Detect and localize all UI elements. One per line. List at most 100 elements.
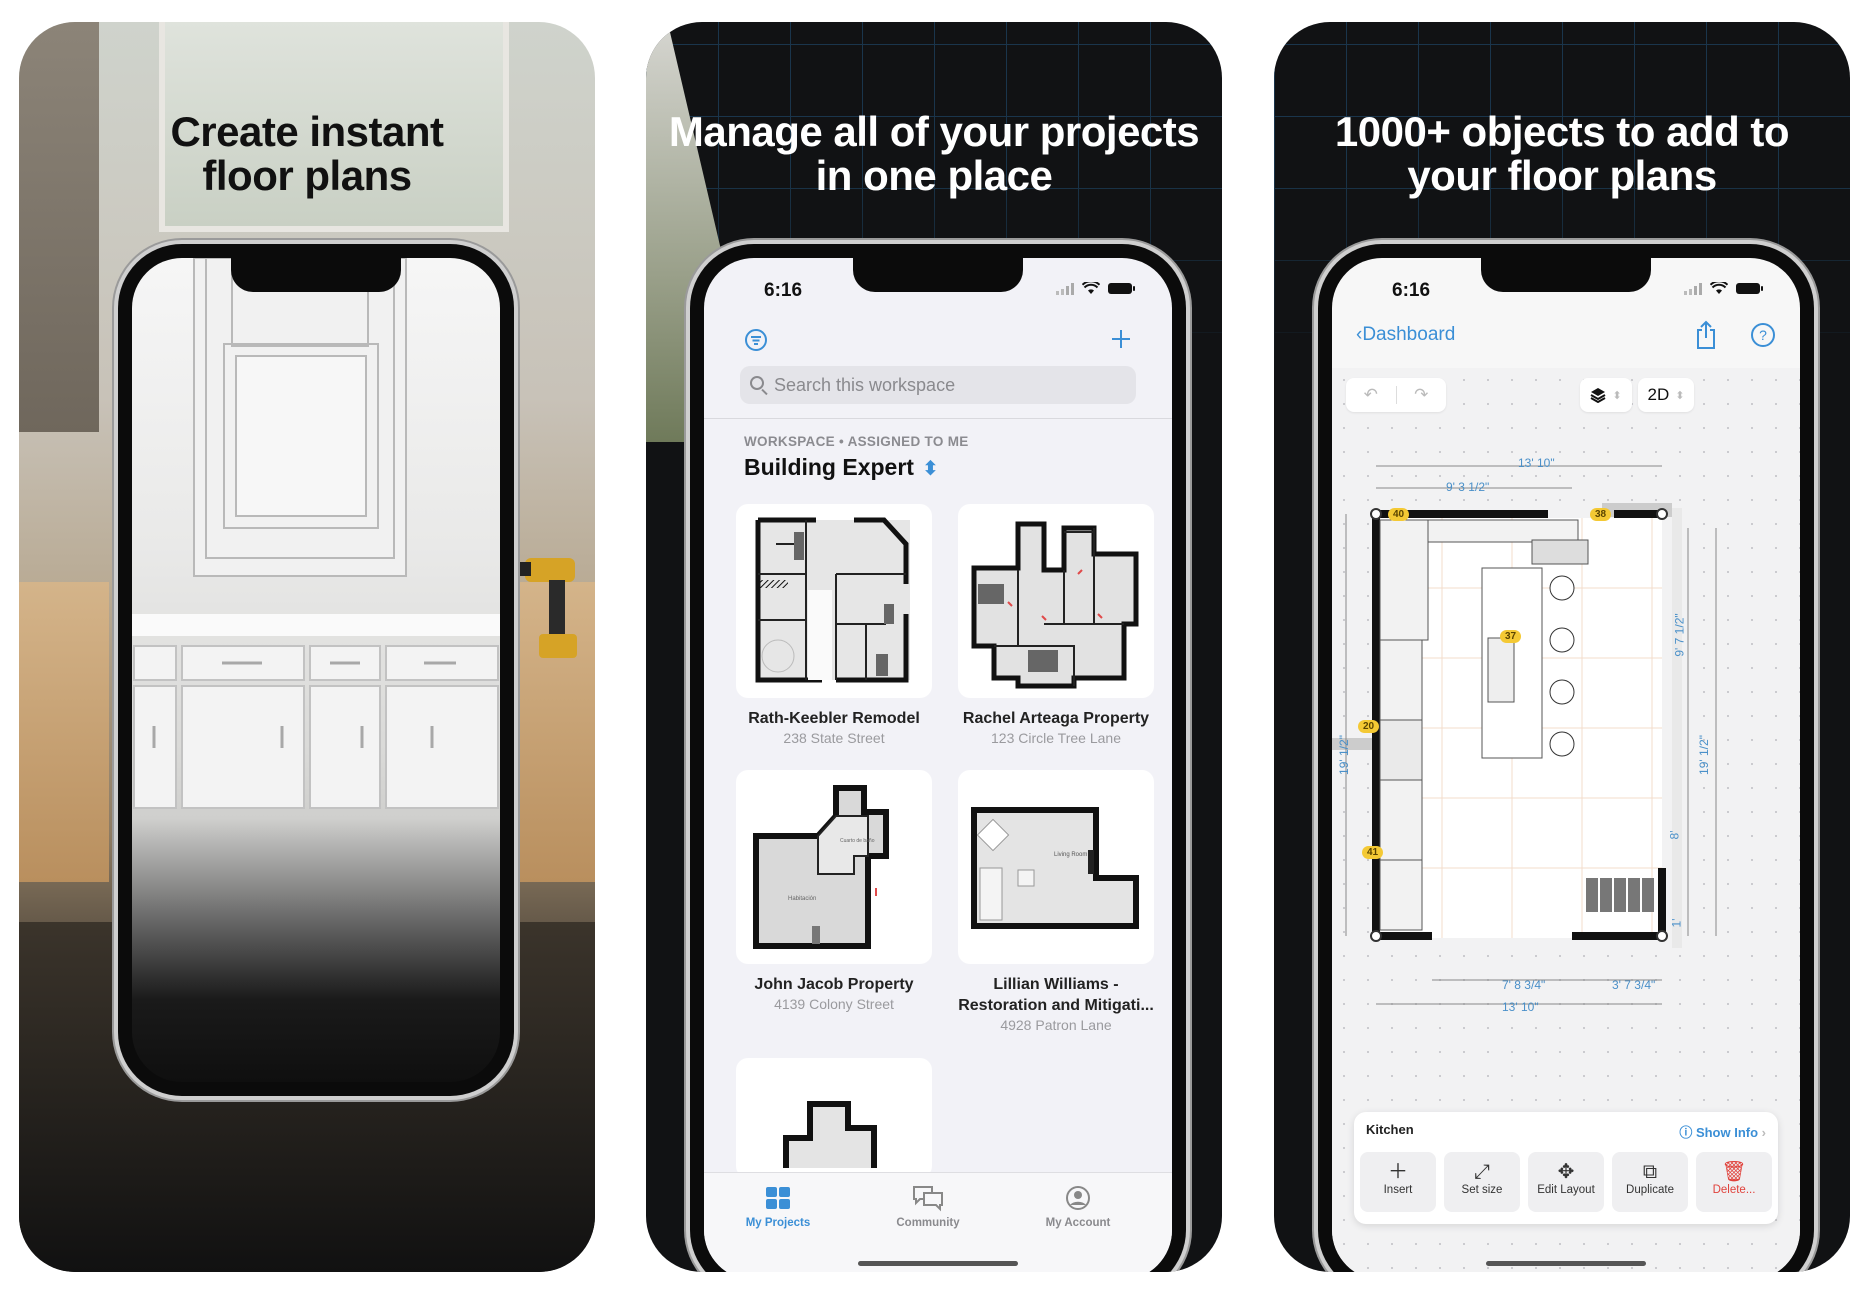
object-marker[interactable]: 20 xyxy=(1358,720,1380,733)
chevron-updown-icon: ⬍ xyxy=(1675,389,1685,402)
panel-manage-projects: Manage all of your projects in one place… xyxy=(646,22,1222,1272)
undo-icon[interactable]: ↶ xyxy=(1346,385,1396,405)
plus-icon[interactable] xyxy=(1110,328,1132,350)
dimension-label[interactable]: 7' 8 3/4" xyxy=(1502,978,1545,992)
help-icon[interactable]: ? xyxy=(1750,322,1776,348)
dimension-label[interactable]: 1' xyxy=(1669,919,1683,928)
svg-text:?: ? xyxy=(1759,327,1767,343)
ar-scan-view xyxy=(132,258,500,1082)
object-marker[interactable]: 38 xyxy=(1590,508,1612,521)
object-marker[interactable]: 37 xyxy=(1500,630,1522,643)
chat-bubbles-icon xyxy=(913,1186,943,1212)
tab-my-projects[interactable]: My Projects xyxy=(718,1183,838,1229)
status-time: 6:16 xyxy=(764,280,803,301)
show-info-button[interactable]: ⓘ Show Info › xyxy=(1679,1122,1766,1141)
notch xyxy=(1481,258,1651,292)
layers-icon xyxy=(1590,388,1606,403)
phone-mockup: 6:16 Search this workspace WORKSPACE • A… xyxy=(690,244,1186,1272)
dimension-label[interactable]: 9' 3 1/2" xyxy=(1446,480,1489,494)
home-indicator xyxy=(1486,1261,1646,1266)
project-card[interactable] xyxy=(736,1058,932,1178)
notch xyxy=(231,258,401,292)
wifi-icon xyxy=(1710,282,1728,294)
dimension-label[interactable]: 8' xyxy=(1667,831,1681,840)
background-counter-left xyxy=(19,582,109,882)
delete-button[interactable]: 🗑 Delete... xyxy=(1696,1152,1772,1212)
tab-community[interactable]: Community xyxy=(868,1183,988,1229)
search-icon xyxy=(750,376,764,390)
project-address: 238 State Street xyxy=(783,730,885,746)
resize-icon: ⤢ xyxy=(1474,1161,1490,1183)
undo-redo-group: ↶ ↷ xyxy=(1346,378,1446,412)
signal-icon xyxy=(1056,282,1074,295)
view-mode-select[interactable]: 2D ⬍ xyxy=(1638,378,1694,412)
project-card[interactable]: Habitación Cuarto de baño John Jacob Pro… xyxy=(736,770,932,1013)
floor-plan-thumbnail xyxy=(736,1058,932,1178)
workspace-title: Building Expert xyxy=(744,454,914,480)
redo-icon[interactable]: ↷ xyxy=(1396,385,1446,405)
workspace-label: WORKSPACE • ASSIGNED TO ME xyxy=(744,434,969,449)
room-action-sheet: Kitchen ⓘ Show Info › ＋ Insert ⤢ Set size … xyxy=(1354,1112,1778,1224)
project-address: 4139 Colony Street xyxy=(774,996,894,1012)
chevron-right-icon: › xyxy=(1758,1125,1766,1140)
dimension-label[interactable]: 13' 10" xyxy=(1502,1000,1539,1014)
share-icon[interactable] xyxy=(1694,320,1718,350)
dimension-label[interactable]: 19' 1/2" xyxy=(1697,735,1711,775)
svg-text:Cuarto de baño: Cuarto de baño xyxy=(840,838,875,844)
phone-mockup xyxy=(118,244,514,1096)
floor-plan-editor: 6:16 ‹Dashboard ? ↶ ↷ ⬍ 2D ⬍ 13' 10" 9' … xyxy=(1332,258,1800,1272)
phone-mockup: 6:16 ‹Dashboard ? ↶ ↷ ⬍ 2D ⬍ 13' 10" 9' … xyxy=(1318,244,1814,1272)
workspace-switcher[interactable]: Building Expert ⬍ xyxy=(744,454,939,481)
dimension-label[interactable]: 9' 7 1/2" xyxy=(1673,613,1687,656)
tab-my-account[interactable]: My Account xyxy=(1018,1183,1138,1229)
set-size-button[interactable]: ⤢ Set size xyxy=(1444,1152,1520,1212)
project-card[interactable]: Rachel Arteaga Property 123 Circle Tree … xyxy=(958,504,1154,747)
back-button[interactable]: ‹Dashboard xyxy=(1356,324,1455,346)
plus-icon: ＋ xyxy=(1388,1161,1408,1183)
project-title: Lillian Williams - Restoration and Mitig… xyxy=(958,976,1154,1014)
filter-icon[interactable] xyxy=(744,328,768,352)
dimension-label[interactable]: 13' 10" xyxy=(1518,456,1555,470)
floor-plan-thumbnail xyxy=(736,504,932,698)
project-card[interactable]: Living Room Lillian Williams - Restorati… xyxy=(958,770,1154,1034)
signal-icon xyxy=(1684,282,1702,295)
project-card[interactable]: Rath-Keebler Remodel 238 State Street xyxy=(736,504,932,747)
project-address: 4928 Patron Lane xyxy=(1000,1017,1112,1033)
duplicate-button[interactable]: ⧉ Duplicate xyxy=(1612,1152,1688,1212)
headline: Create instant floor plans xyxy=(170,108,444,199)
background-cabinet xyxy=(19,22,99,432)
drill-icon xyxy=(519,558,577,658)
home-indicator xyxy=(858,1261,1018,1266)
floor-plan-thumbnail: Living Room xyxy=(958,770,1154,964)
battery-icon xyxy=(1736,283,1763,294)
project-address: 123 Circle Tree Lane xyxy=(991,730,1121,746)
dimension-label[interactable]: 3' 7 3/4" xyxy=(1612,978,1655,992)
wifi-icon xyxy=(1082,282,1100,294)
dimension-label[interactable]: 19' 1/2" xyxy=(1337,735,1351,775)
floor-plan-thumbnail: Habitación Cuarto de baño xyxy=(736,770,932,964)
object-marker[interactable]: 41 xyxy=(1362,846,1384,859)
duplicate-icon: ⧉ xyxy=(1642,1161,1658,1183)
floor-plan-canvas[interactable]: ↶ ↷ ⬍ 2D ⬍ 13' 10" 9' 3 1/2" 7' 8 3/4" 3… xyxy=(1332,368,1800,1272)
project-title: Rachel Arteaga Property xyxy=(962,710,1150,727)
project-title: John Jacob Property xyxy=(754,976,914,993)
panel-create-floor-plans: Create instant floor plans xyxy=(19,22,595,1272)
status-time: 6:16 xyxy=(1392,280,1431,301)
layers-button[interactable]: ⬍ xyxy=(1580,378,1632,412)
move-icon: ✥ xyxy=(1557,1161,1575,1183)
insert-button[interactable]: ＋ Insert xyxy=(1360,1152,1436,1212)
object-marker[interactable]: 40 xyxy=(1388,508,1410,521)
search-input[interactable]: Search this workspace xyxy=(740,366,1136,404)
svg-text:Habitación: Habitación xyxy=(788,896,816,902)
projects-screen: 6:16 Search this workspace WORKSPACE • A… xyxy=(704,258,1172,1272)
headline: 1000+ objects to add to your floor plans xyxy=(1334,108,1790,199)
ar-wireframe xyxy=(132,258,500,809)
svg-text:Living Room: Living Room xyxy=(1054,852,1087,858)
notch xyxy=(853,258,1023,292)
chevron-updown-icon: ⬍ xyxy=(921,458,939,480)
battery-icon xyxy=(1108,283,1135,294)
project-title: Rath-Keebler Remodel xyxy=(748,710,920,727)
floor-plan-thumbnail xyxy=(958,504,1154,698)
edit-layout-button[interactable]: ✥ Edit Layout xyxy=(1528,1152,1604,1212)
nav-bar: ‹Dashboard ? xyxy=(1356,320,1776,354)
